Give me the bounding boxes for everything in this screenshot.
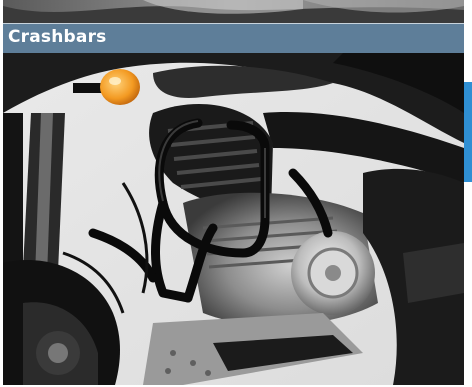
main-photo bbox=[3, 53, 464, 385]
motorcycle-crashbar-photo bbox=[3, 53, 464, 385]
top-photo-graphic bbox=[3, 0, 464, 23]
caption-title: Crashbars bbox=[8, 27, 107, 47]
product-panel: Crashbars bbox=[0, 0, 472, 387]
caption-bar: Crashbars bbox=[3, 23, 464, 53]
top-photo-crop bbox=[3, 0, 464, 23]
side-tab-marker bbox=[464, 82, 472, 182]
right-margin bbox=[464, 0, 472, 387]
